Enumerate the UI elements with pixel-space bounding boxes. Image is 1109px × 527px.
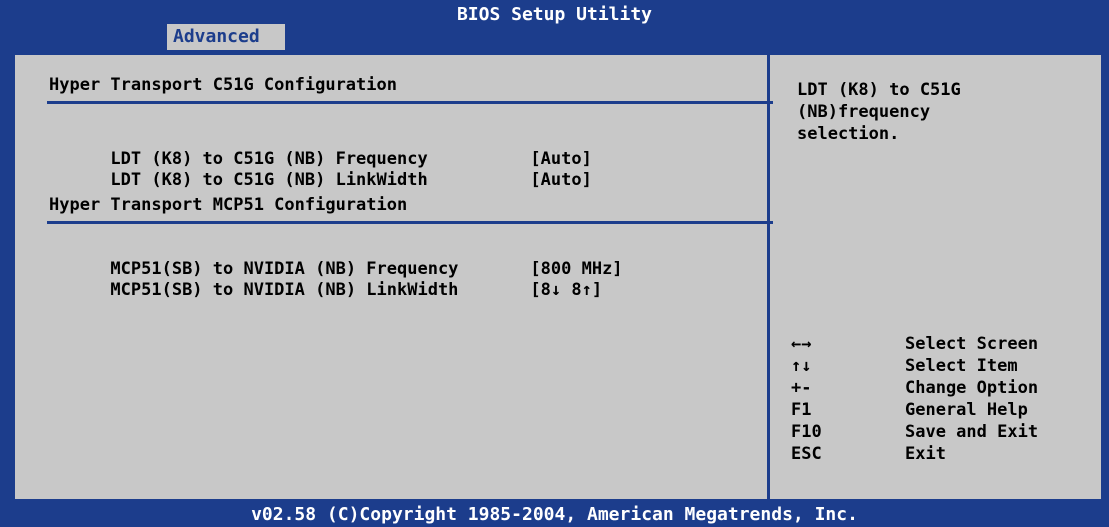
key-label: ESC bbox=[791, 444, 822, 464]
section-title-c51g: Hyper Transport C51G Configuration bbox=[49, 75, 397, 95]
section-divider bbox=[47, 101, 773, 104]
key-action: Select Screen bbox=[905, 334, 1039, 354]
arrows-up-down-icon: ↑↓ bbox=[791, 356, 812, 376]
key-label: F10 bbox=[791, 422, 822, 442]
setting-label: LDT (K8) to C51G (NB) LinkWidth bbox=[110, 170, 428, 190]
copyright-footer: v02.58 (C)Copyright 1985-2004, American … bbox=[251, 504, 858, 525]
key-label: +- bbox=[791, 378, 812, 398]
tab-advanced[interactable]: Advanced bbox=[167, 24, 285, 50]
key-label: F1 bbox=[791, 400, 812, 420]
setting-value[interactable]: [Auto] bbox=[530, 170, 591, 190]
key-action: General Help bbox=[905, 400, 1028, 420]
bios-title: BIOS Setup Utility bbox=[456, 4, 653, 25]
key-action: Select Item bbox=[905, 356, 1018, 376]
key-legend: ←→ Select Screen ↑↓ Select Item +- Change O… bbox=[791, 333, 1038, 465]
settings-panel: Hyper Transport C51G Configuration LDT (… bbox=[23, 63, 773, 497]
key-row-select-item: ↑↓ Select Item bbox=[791, 355, 1038, 377]
key-row-general-help: F1 General Help bbox=[791, 399, 1038, 421]
key-row-select-screen: ←→ Select Screen bbox=[791, 333, 1038, 355]
key-action: Exit bbox=[905, 444, 946, 464]
help-text: LDT (K8) to C51G (NB)frequency selection… bbox=[797, 80, 961, 144]
key-row-save-exit: F10 Save and Exit bbox=[791, 421, 1038, 443]
title-bar: BIOS Setup Utility Advanced bbox=[0, 0, 1109, 52]
key-action: Change Option bbox=[905, 378, 1039, 398]
key-row-exit: ESC Exit bbox=[791, 443, 1038, 465]
key-row-change-option: +- Change Option bbox=[791, 377, 1038, 399]
panel-divider bbox=[767, 55, 770, 499]
arrows-left-right-icon: ←→ bbox=[791, 334, 812, 354]
section-divider bbox=[47, 221, 773, 224]
setting-label: MCP51(SB) to NVIDIA (NB) LinkWidth bbox=[110, 280, 459, 300]
help-panel: LDT (K8) to C51G (NB)frequency selection… bbox=[781, 55, 1101, 499]
setting-row-mcp51-linkwidth[interactable]: MCP51(SB) to NVIDIA (NB) LinkWidth [8↓ 8↑… bbox=[49, 260, 602, 320]
section-title-mcp51: Hyper Transport MCP51 Configuration bbox=[49, 195, 408, 215]
main-panel: Hyper Transport C51G Configuration LDT (… bbox=[12, 52, 1104, 502]
key-action: Save and Exit bbox=[905, 422, 1039, 442]
setting-value[interactable]: [8↓ 8↑] bbox=[530, 280, 602, 300]
